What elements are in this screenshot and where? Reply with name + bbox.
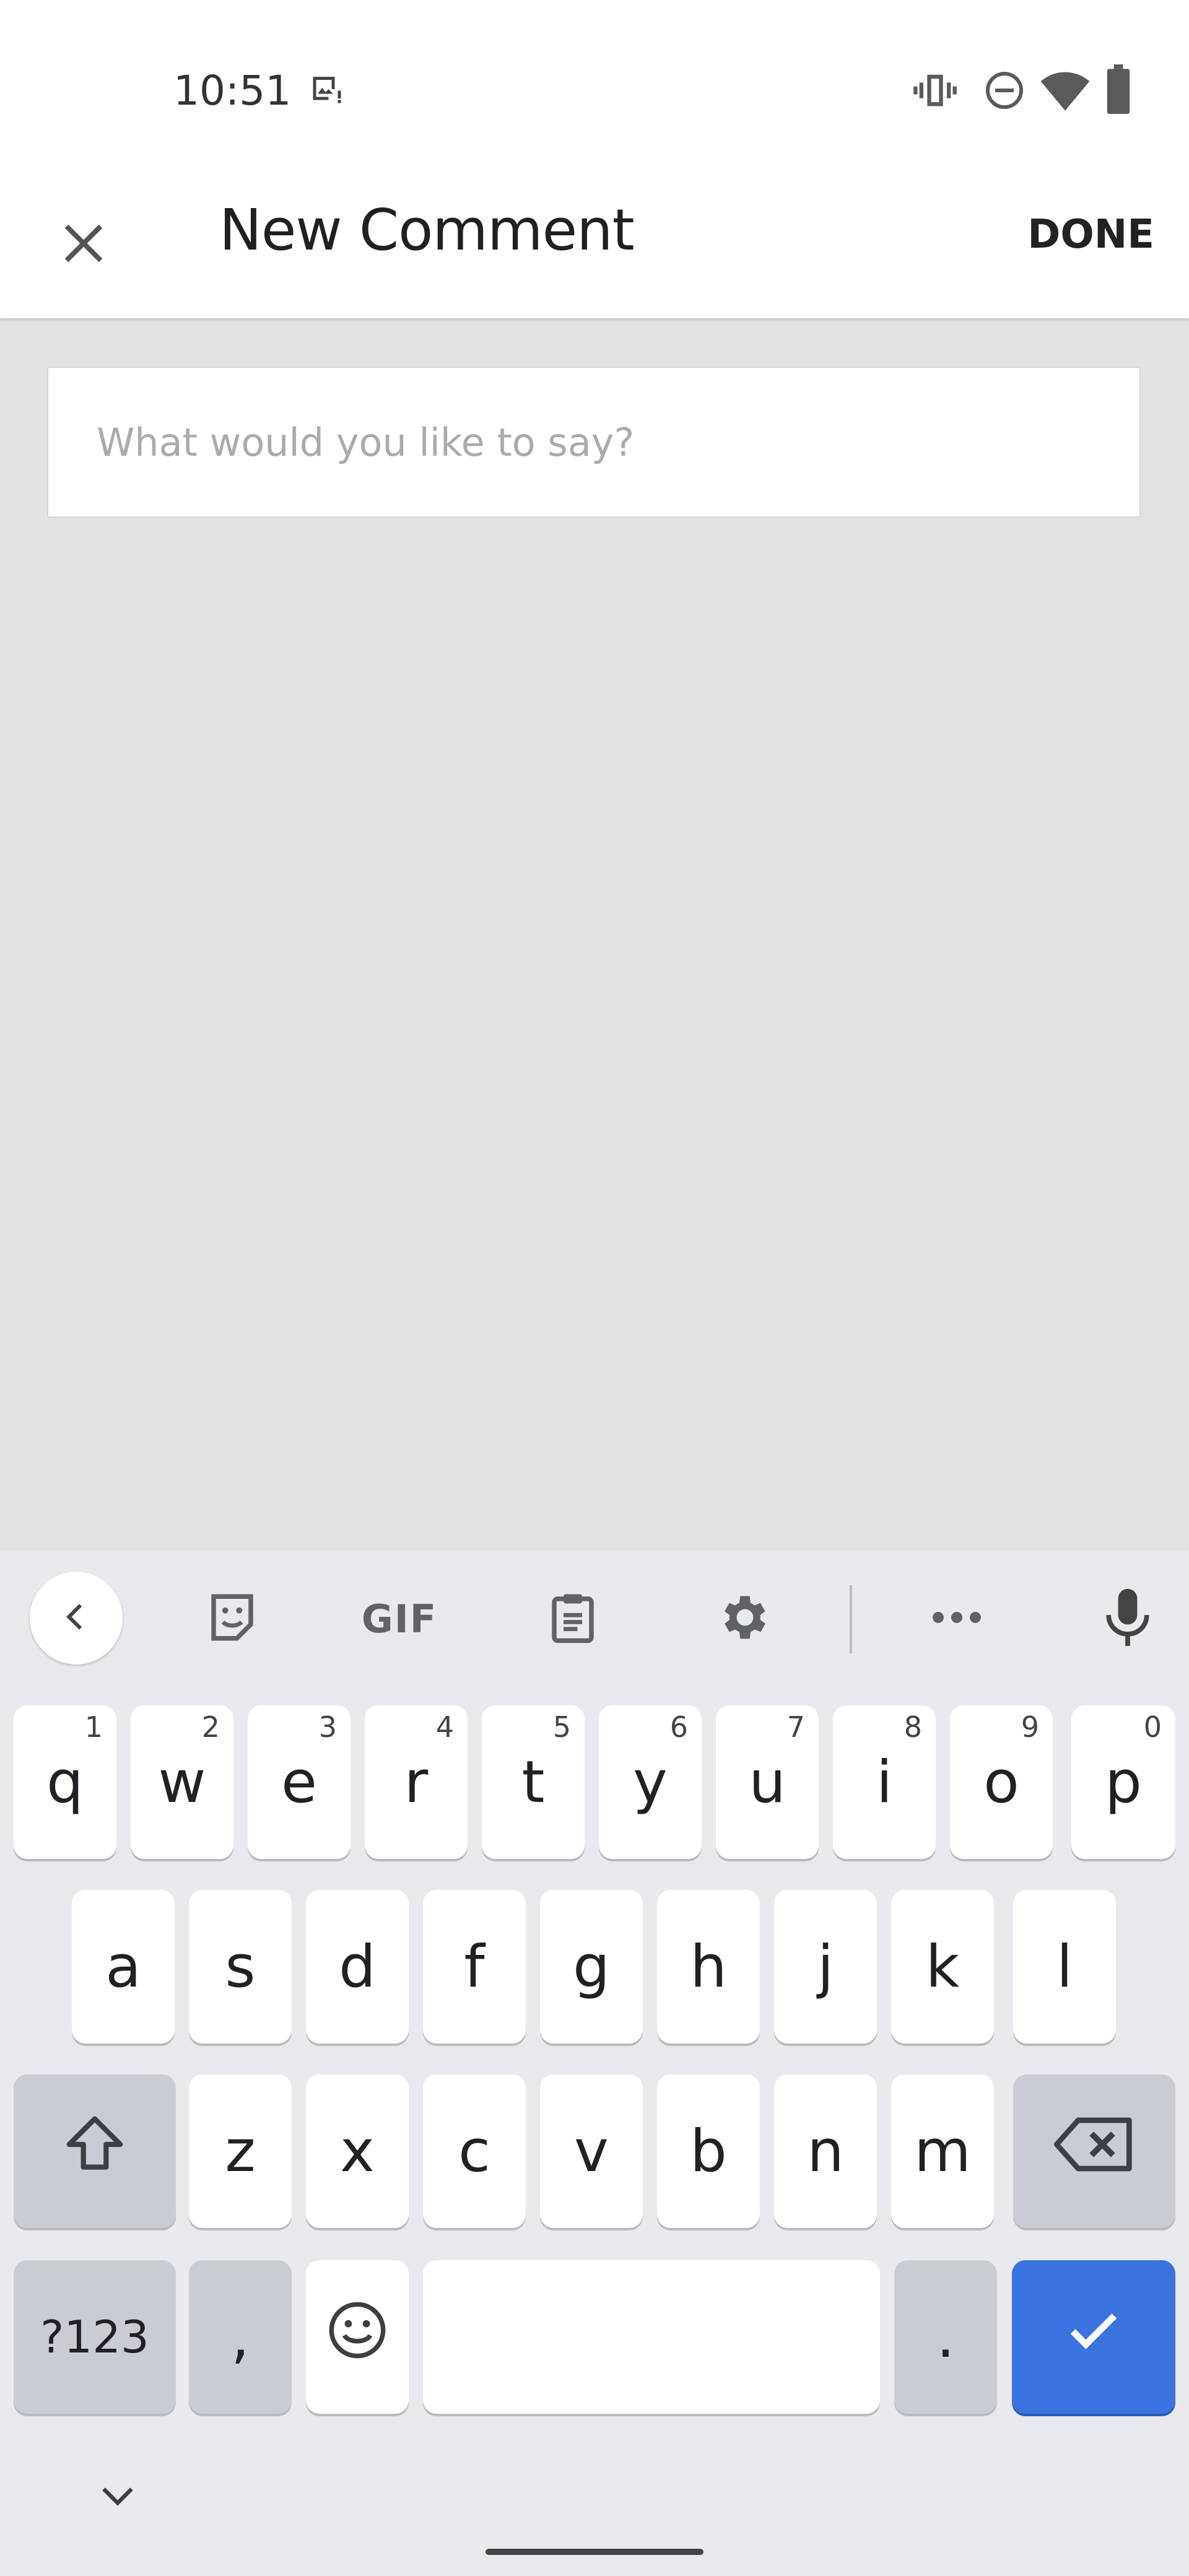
key-q[interactable]: q1 <box>14 1705 116 1859</box>
key-hint: 8 <box>904 1710 922 1744</box>
key-hint: 9 <box>1021 1710 1039 1744</box>
hide-keyboard-button[interactable] <box>81 2473 155 2523</box>
status-time: 10:51 <box>173 67 292 115</box>
comment-field[interactable] <box>47 367 1141 518</box>
key-j[interactable]: j <box>774 1890 877 2043</box>
close-button[interactable] <box>43 204 124 285</box>
settings-button[interactable] <box>699 1582 791 1656</box>
voice-input-button[interactable] <box>1081 1582 1174 1656</box>
sticker-icon <box>204 1590 260 1648</box>
key-o[interactable]: o9 <box>950 1705 1053 1859</box>
comment-input[interactable] <box>48 368 1139 516</box>
do-not-disturb-icon <box>982 68 1027 116</box>
done-button[interactable]: DONE <box>1027 212 1154 258</box>
key-t[interactable]: t5 <box>482 1705 585 1859</box>
vibrate-icon <box>912 67 959 117</box>
key-f[interactable]: f <box>423 1890 526 2043</box>
key-y[interactable]: y6 <box>599 1705 702 1859</box>
back-icon <box>59 1599 94 1637</box>
shift-icon <box>61 2110 129 2193</box>
chevron-down-icon <box>99 2484 136 2512</box>
key-c[interactable]: c <box>423 2074 526 2228</box>
key-m[interactable]: m <box>891 2074 994 2228</box>
emoji-key[interactable] <box>306 2260 409 2414</box>
space-key[interactable] <box>423 2260 880 2414</box>
backspace-icon <box>1054 2113 1135 2190</box>
key-e[interactable]: e3 <box>248 1705 351 1859</box>
keyboard-back-button[interactable] <box>30 1572 123 1664</box>
navigation-handle[interactable] <box>486 2549 703 2555</box>
comma-key[interactable]: , <box>189 2260 292 2414</box>
key-b[interactable]: b <box>657 2074 760 2228</box>
period-key[interactable]: . <box>894 2260 997 2414</box>
sticker-button[interactable] <box>186 1582 279 1656</box>
app-bar: New Comment DONE <box>0 186 1189 318</box>
key-h[interactable]: h <box>657 1890 760 2043</box>
close-icon <box>61 220 107 269</box>
key-hint: 0 <box>1143 1710 1162 1744</box>
check-icon <box>1063 2299 1125 2375</box>
image-notification-icon <box>307 71 347 111</box>
key-p[interactable]: p0 <box>1071 1705 1175 1859</box>
keyboard: GIF q1 w2 e3 r4 t5 y6 u7 i8 o9 p0 a s d … <box>0 1551 1189 2576</box>
settings-icon <box>716 1589 773 1649</box>
key-i[interactable]: i8 <box>833 1705 936 1859</box>
key-a[interactable]: a <box>72 1890 175 2043</box>
more-button[interactable] <box>910 1582 1003 1656</box>
key-hint: 4 <box>435 1710 454 1744</box>
key-l[interactable]: l <box>1013 1890 1116 2043</box>
key-r[interactable]: r4 <box>365 1705 468 1859</box>
key-x[interactable]: x <box>306 2074 409 2228</box>
status-bar: 10:51 <box>0 0 1189 186</box>
backspace-key[interactable] <box>1013 2074 1175 2228</box>
clipboard-button[interactable] <box>526 1582 619 1656</box>
more-icon <box>929 1608 985 1630</box>
key-hint: 3 <box>318 1710 337 1744</box>
battery-icon <box>1105 64 1132 117</box>
key-z[interactable]: z <box>189 2074 292 2228</box>
mic-icon <box>1103 1586 1152 1651</box>
toolbar-divider <box>850 1585 852 1653</box>
key-k[interactable]: k <box>891 1890 994 2043</box>
key-g[interactable]: g <box>540 1890 643 2043</box>
key-d[interactable]: d <box>306 1890 409 2043</box>
wifi-icon <box>1040 68 1090 116</box>
page-title: New Comment <box>219 197 635 263</box>
symbols-key[interactable]: ?123 <box>14 2260 176 2414</box>
emoji-icon <box>326 2299 388 2375</box>
key-w[interactable]: w2 <box>131 1705 233 1859</box>
key-hint: 6 <box>669 1710 688 1744</box>
key-v[interactable]: v <box>540 2074 643 2228</box>
key-hint: 7 <box>786 1710 805 1744</box>
key-hint: 5 <box>552 1710 571 1744</box>
key-hint: 1 <box>84 1710 103 1744</box>
key-s[interactable]: s <box>189 1890 292 2043</box>
shift-key[interactable] <box>14 2074 176 2228</box>
gif-label: GIF <box>361 1596 438 1642</box>
clipboard-icon <box>545 1588 601 1650</box>
key-n[interactable]: n <box>774 2074 877 2228</box>
key-hint: 2 <box>201 1710 220 1744</box>
gif-button[interactable]: GIF <box>353 1582 446 1656</box>
key-u[interactable]: u7 <box>716 1705 819 1859</box>
enter-key[interactable] <box>1012 2260 1175 2414</box>
